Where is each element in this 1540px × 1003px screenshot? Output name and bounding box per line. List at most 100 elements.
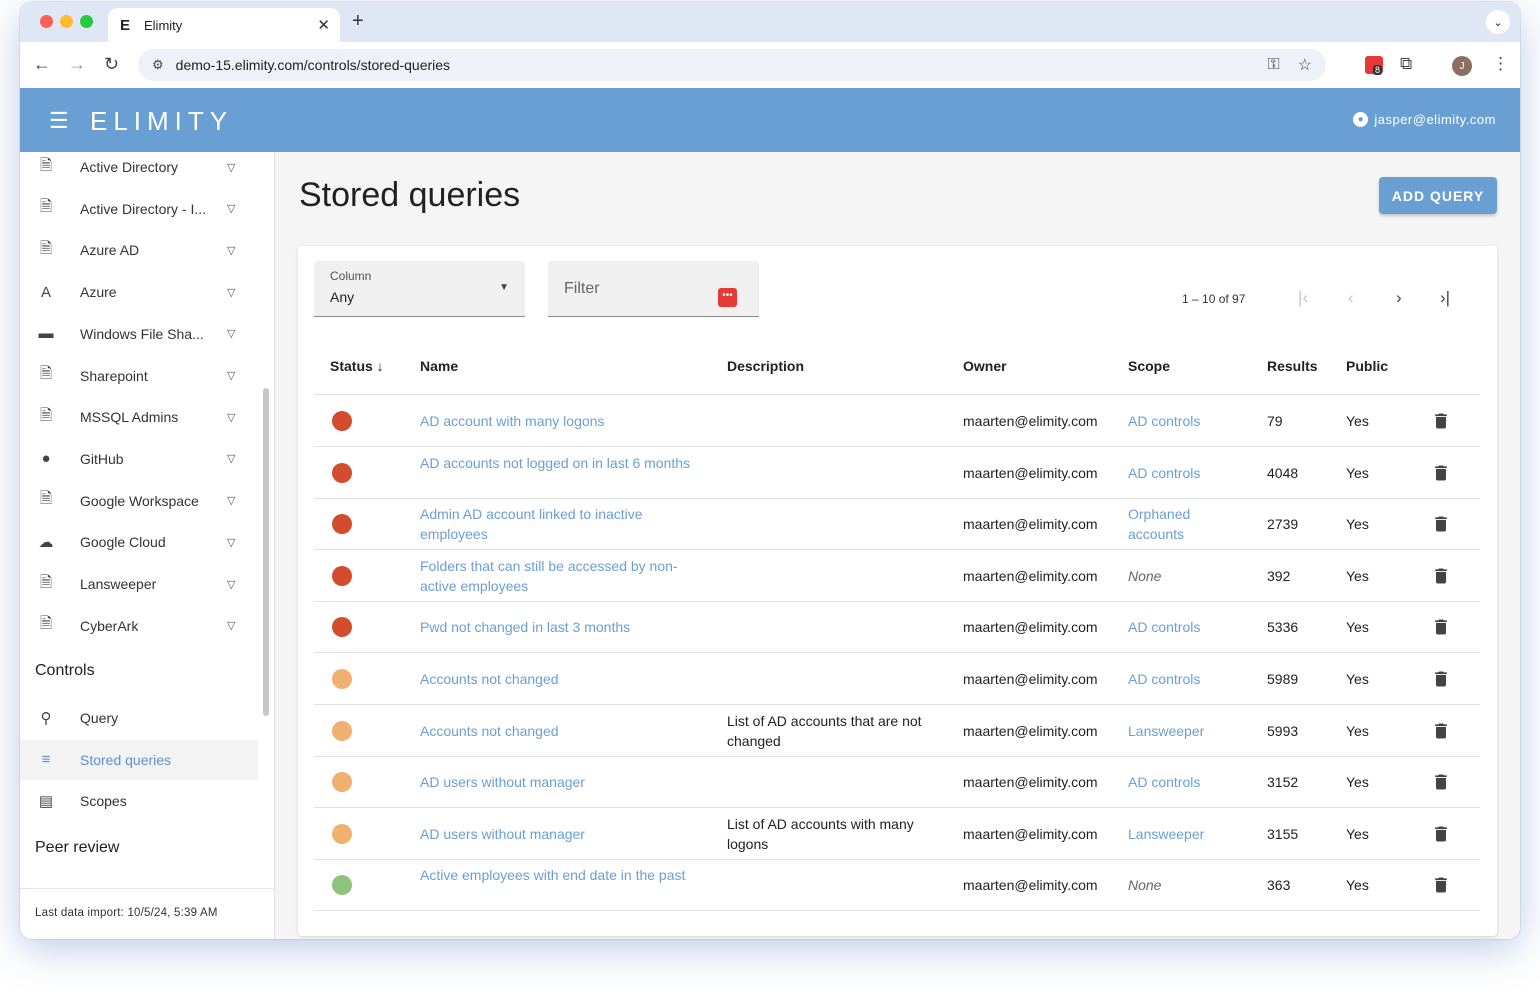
minimize-window-button[interactable] (60, 15, 73, 28)
status-column-header[interactable]: Status ↓ (330, 358, 384, 374)
tab-close-icon[interactable]: ✕ (317, 16, 330, 34)
delete-trash-icon[interactable] (1431, 772, 1451, 792)
kebab-menu-icon[interactable]: ⋮ (1492, 54, 1509, 74)
query-scope[interactable]: AD controls (1128, 669, 1218, 689)
chevron-down-icon[interactable]: ▽ (227, 286, 235, 299)
password-key-icon[interactable]: ⚿ (1267, 56, 1279, 74)
query-name-link[interactable]: Accounts not changed (420, 721, 700, 741)
chevron-down-icon[interactable]: ▽ (227, 619, 235, 632)
query-name-link[interactable]: Admin AD account linked to inactive empl… (420, 504, 700, 544)
query-scope[interactable]: Lansweeper (1128, 824, 1218, 844)
sidebar-item-source[interactable]: 🗎 Sharepoint ▽ (20, 356, 258, 396)
maximize-window-button[interactable] (80, 15, 93, 28)
table-row[interactable]: Folders that can still be accessed by no… (314, 550, 1480, 602)
query-name-link[interactable]: AD account with many logons (420, 411, 700, 431)
sidebar-item-query[interactable]: ⚲ Query (20, 698, 258, 738)
sidebar-item-scopes[interactable]: ▤ Scopes (20, 781, 258, 821)
table-row[interactable]: Pwd not changed in last 3 months maarten@… (314, 601, 1480, 654)
delete-trash-icon[interactable] (1431, 514, 1451, 534)
reload-icon[interactable]: ↻ (104, 54, 119, 75)
profile-avatar[interactable]: J (1452, 56, 1472, 76)
sidebar-item-source[interactable]: A Azure ▽ (20, 272, 258, 312)
description-column-header[interactable]: Description (727, 358, 804, 374)
previous-page-icon[interactable]: ‹ (1348, 288, 1354, 308)
browser-tab[interactable]: E Elimity ✕ (108, 8, 340, 42)
table-row[interactable]: AD users without manager List of AD accou… (314, 808, 1480, 860)
sidebar-item-source[interactable]: ☁ Google Cloud ▽ (20, 522, 258, 562)
hamburger-menu-icon[interactable]: ☰ (49, 108, 69, 134)
query-name-link[interactable]: Folders that can still be accessed by no… (420, 556, 700, 596)
sidebar-item-source[interactable]: ● GitHub ▽ (20, 439, 258, 479)
owner-column-header[interactable]: Owner (963, 358, 1007, 374)
close-window-button[interactable] (40, 15, 53, 28)
tab-search-button[interactable]: ⌄ (1486, 10, 1510, 34)
sidebar-item-source[interactable]: 🗎 Google Workspace ▽ (20, 481, 258, 521)
forward-arrow-icon[interactable]: → (68, 54, 86, 75)
query-scope[interactable]: AD controls (1128, 617, 1218, 637)
query-scope[interactable]: AD controls (1128, 463, 1218, 483)
query-name-link[interactable]: Accounts not changed (420, 669, 700, 689)
scope-column-header[interactable]: Scope (1128, 358, 1170, 374)
query-name-link[interactable]: Active employees with end date in the pa… (420, 865, 700, 885)
filter-input[interactable]: Filter ••• (548, 261, 759, 317)
chevron-down-icon[interactable]: ▽ (227, 327, 235, 340)
query-scope[interactable]: AD controls (1128, 411, 1218, 431)
sidebar-item-source[interactable]: 🗎 CyberArk ▽ (20, 606, 258, 646)
next-page-icon[interactable]: › (1396, 288, 1402, 308)
sidebar-item-stored-queries[interactable]: ≡ Stored queries (20, 739, 258, 780)
bookmark-star-icon[interactable]: ☆ (1298, 55, 1312, 75)
password-manager-icon[interactable]: ••• (718, 288, 737, 307)
sidebar-scrollbar[interactable] (263, 388, 269, 716)
sidebar-item-source[interactable]: 🗎 Active Directory ▽ (20, 147, 258, 187)
table-row[interactable]: Admin AD account linked to inactive empl… (314, 498, 1480, 551)
delete-trash-icon[interactable] (1431, 617, 1451, 637)
public-column-header[interactable]: Public (1346, 358, 1388, 374)
chevron-down-icon[interactable]: ▽ (227, 452, 235, 465)
sidebar-item-source[interactable]: 🗎 MSSQL Admins ▽ (20, 397, 258, 437)
url-text[interactable]: demo-15.elimity.com/controls/stored-quer… (176, 57, 1250, 73)
column-select[interactable]: Column Any ▼ (314, 261, 525, 317)
chevron-down-icon[interactable]: ▽ (227, 202, 235, 215)
query-name-link[interactable]: AD accounts not logged on in last 6 mont… (420, 453, 700, 473)
results-column-header[interactable]: Results (1267, 358, 1318, 374)
add-query-button[interactable]: ADD QUERY (1379, 177, 1497, 214)
table-row[interactable]: AD users without manager maarten@elimity.… (314, 756, 1480, 809)
first-page-icon[interactable]: |‹ (1298, 288, 1308, 308)
delete-trash-icon[interactable] (1431, 411, 1451, 431)
app-logo[interactable]: ELIMITY (90, 106, 233, 137)
new-tab-button[interactable]: + (352, 10, 364, 33)
delete-trash-icon[interactable] (1431, 875, 1451, 895)
chevron-down-icon[interactable]: ▽ (227, 369, 235, 382)
sidebar-item-source[interactable]: 🗎 Lansweeper ▽ (20, 564, 258, 604)
last-page-icon[interactable]: ›| (1440, 288, 1450, 308)
query-scope[interactable]: Orphaned accounts (1128, 504, 1218, 544)
sidebar-item-source[interactable]: 🗎 Active Directory - I... ▽ (20, 189, 258, 229)
query-name-link[interactable]: Pwd not changed in last 3 months (420, 617, 700, 637)
site-settings-icon[interactable]: ⚙ (152, 57, 164, 73)
chevron-down-icon[interactable]: ▽ (227, 536, 235, 549)
chevron-down-icon[interactable]: ▽ (227, 244, 235, 257)
name-column-header[interactable]: Name (420, 358, 458, 374)
delete-trash-icon[interactable] (1431, 721, 1451, 741)
address-bar[interactable]: ⚙ demo-15.elimity.com/controls/stored-qu… (138, 49, 1326, 81)
chevron-down-icon[interactable]: ▽ (227, 411, 235, 424)
delete-trash-icon[interactable] (1431, 463, 1451, 483)
table-row[interactable]: AD account with many logons maarten@elimi… (314, 395, 1480, 447)
query-scope[interactable]: Lansweeper (1128, 721, 1218, 741)
extensions-puzzle-icon[interactable]: ⧉ (1400, 54, 1412, 74)
query-scope[interactable]: AD controls (1128, 772, 1218, 792)
table-row[interactable]: AD accounts not logged on in last 6 mont… (314, 447, 1480, 499)
table-row[interactable]: Active employees with end date in the pa… (314, 859, 1480, 912)
user-menu[interactable]: ● jasper@elimity.com (1353, 112, 1496, 127)
sidebar-item-source[interactable]: ▬ Windows File Sha... ▽ (20, 314, 258, 354)
sidebar-item-source[interactable]: 🗎 Azure AD ▽ (20, 230, 258, 270)
delete-trash-icon[interactable] (1431, 824, 1451, 844)
delete-trash-icon[interactable] (1431, 669, 1451, 689)
chevron-down-icon[interactable]: ▽ (227, 494, 235, 507)
chevron-down-icon[interactable]: ▽ (227, 578, 235, 591)
chevron-down-icon[interactable]: ▽ (227, 161, 235, 174)
query-name-link[interactable]: AD users without manager (420, 824, 700, 844)
query-name-link[interactable]: AD users without manager (420, 772, 700, 792)
table-row[interactable]: Accounts not changed List of AD accounts … (314, 705, 1480, 757)
back-arrow-icon[interactable]: ← (33, 54, 51, 75)
